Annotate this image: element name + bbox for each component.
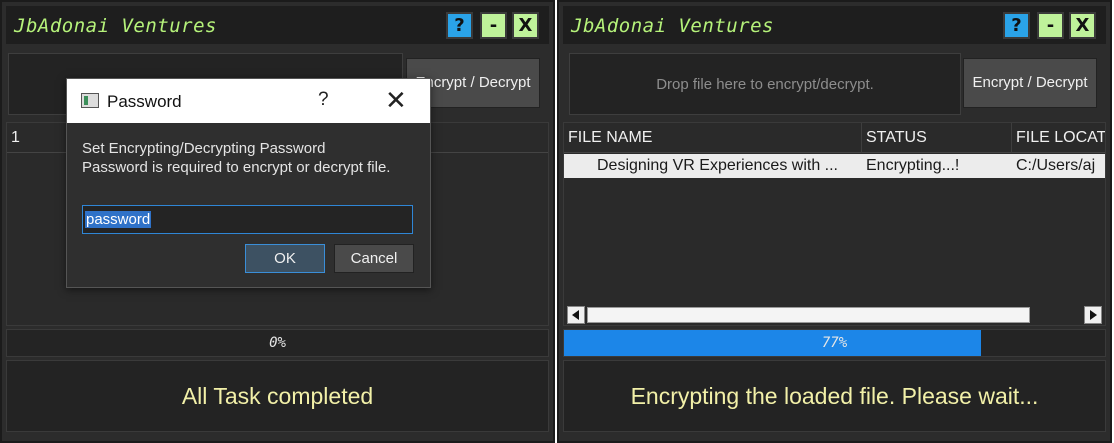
column-header-file-location[interactable]: FILE LOCAT — [1012, 123, 1105, 153]
minimize-button[interactable]: - — [480, 12, 507, 39]
status-message: All Task completed — [181, 383, 374, 409]
cell-status: Encrypting...! — [866, 157, 960, 174]
dialog-message-line1: Set Encrypting/Decrypting Password — [82, 140, 326, 157]
column-header-file-name[interactable]: FILE NAME — [564, 123, 862, 153]
title-bar: JbAdonai Ventures ? - X — [563, 6, 1106, 44]
window-app-icon — [81, 93, 99, 108]
progress-bar: 0% — [6, 329, 549, 357]
progress-bar: 77% — [563, 329, 1106, 357]
dialog-title-bar: Password ? ✕ — [67, 79, 430, 123]
scroll-left-icon[interactable] — [567, 306, 585, 324]
help-button[interactable]: ? — [446, 12, 473, 39]
close-button[interactable]: X — [512, 12, 539, 39]
dialog-title: Password — [107, 92, 182, 111]
app-window-right: JbAdonai Ventures ? - X Drop file here t… — [557, 0, 1112, 443]
title-bar: JbAdonai Ventures ? - X — [6, 6, 549, 44]
help-button[interactable]: ? — [1003, 12, 1030, 39]
password-input[interactable]: password — [82, 205, 413, 234]
password-dialog: Password ? ✕ Set Encrypting/Decrypting P… — [66, 78, 431, 288]
ok-button[interactable]: OK — [245, 244, 325, 273]
minimize-button[interactable]: - — [1037, 12, 1064, 39]
encrypt-decrypt-button[interactable]: Encrypt / Decrypt — [963, 58, 1097, 108]
app-window-left: JbAdonai Ventures ? - X Encrypt / Decryp… — [0, 0, 555, 443]
scrollbar-thumb[interactable] — [587, 307, 1030, 323]
password-input-value: password — [85, 211, 152, 228]
status-panel: Encrypting the loaded file. Please wait.… — [563, 360, 1106, 432]
app-title: JbAdonai Ventures — [14, 15, 217, 37]
cancel-button[interactable]: Cancel — [334, 244, 414, 273]
column-header-status[interactable]: STATUS — [862, 123, 1012, 153]
scroll-right-icon[interactable] — [1084, 306, 1102, 324]
app-title: JbAdonai Ventures — [571, 15, 774, 37]
dialog-message-line2: Password is required to encrypt or decry… — [82, 159, 391, 176]
status-message: Encrypting the loaded file. Please wait.… — [630, 383, 1039, 409]
close-button[interactable]: X — [1069, 12, 1096, 39]
table-row[interactable]: Designing VR Experiences with ... Encryp… — [564, 154, 1105, 178]
file-table: FILE NAME STATUS FILE LOCAT Designing VR… — [563, 122, 1106, 326]
dialog-close-button[interactable]: ✕ — [385, 85, 407, 116]
progress-label: 77% — [821, 335, 848, 351]
cell-file-name: Designing VR Experiences with ... — [597, 157, 838, 174]
progress-label: 0% — [269, 335, 286, 351]
status-panel: All Task completed — [6, 360, 549, 432]
dialog-help-button[interactable]: ? — [318, 89, 329, 111]
drop-zone-placeholder: Drop file here to encrypt/decrypt. — [656, 76, 874, 93]
drop-zone[interactable]: Drop file here to encrypt/decrypt. — [569, 53, 961, 115]
cell-file-location: C:/Users/aj — [1016, 157, 1096, 174]
horizontal-scrollbar[interactable] — [567, 306, 1102, 324]
